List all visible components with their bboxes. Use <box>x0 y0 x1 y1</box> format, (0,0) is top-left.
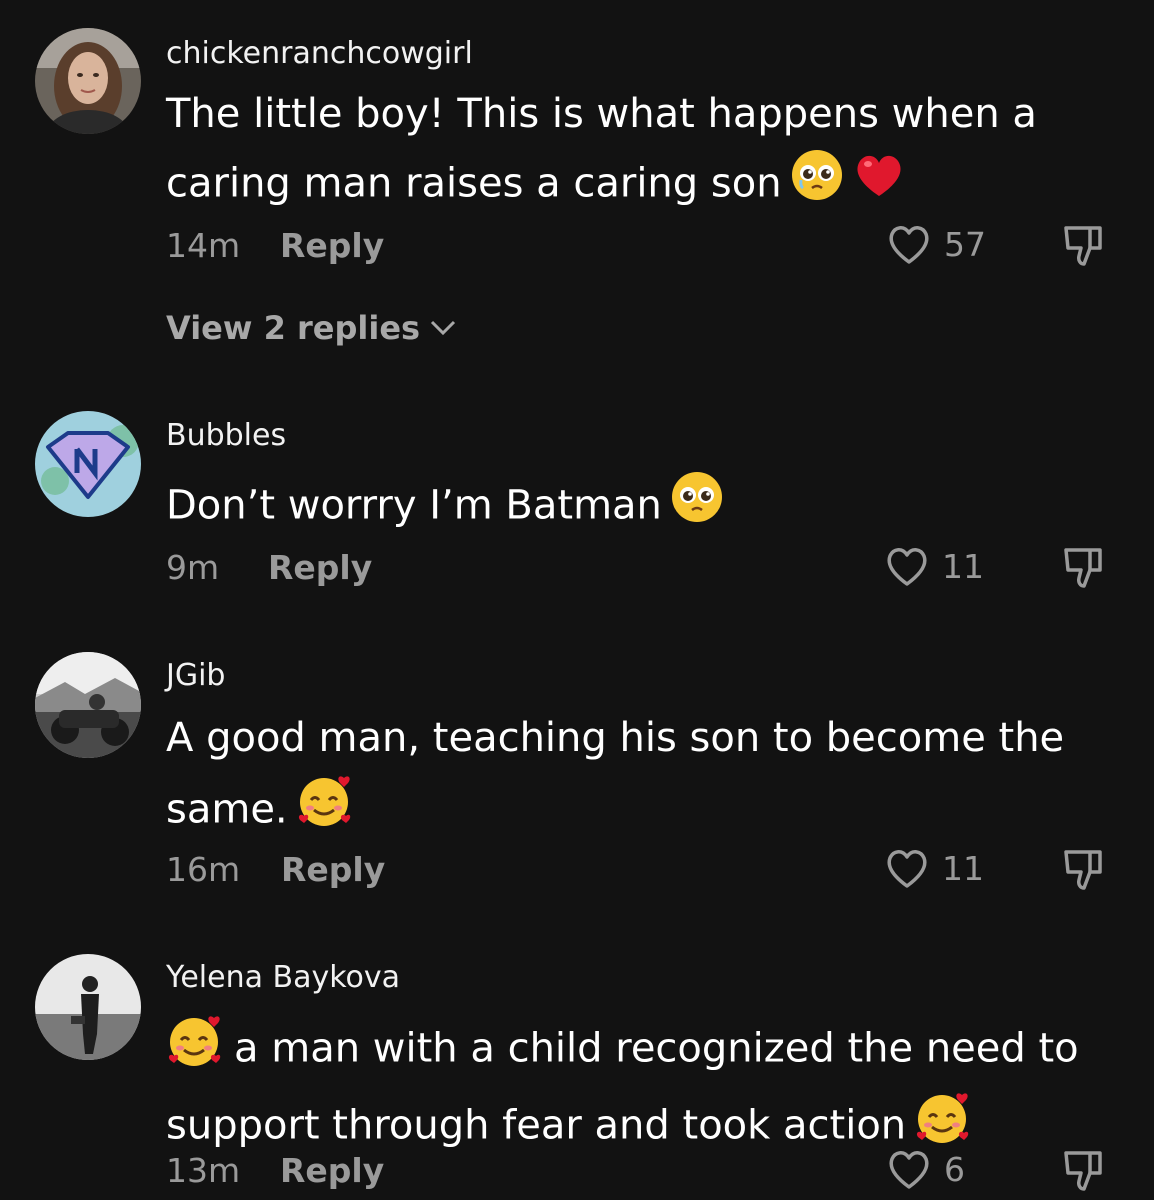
comment-text: A good man, teaching his son to become t… <box>166 704 1126 851</box>
like-count: 57 <box>944 224 986 264</box>
heart-outline-icon <box>889 226 929 264</box>
heart-outline-icon <box>889 1151 929 1189</box>
reply-button[interactable]: Reply <box>280 1151 384 1190</box>
reply-button[interactable]: Reply <box>281 850 385 889</box>
username[interactable]: JGib <box>166 658 225 693</box>
red-heart-emoji <box>852 148 906 223</box>
timestamp: 16m <box>166 850 241 889</box>
smiling-face-with-hearts-emoji <box>166 1012 224 1089</box>
dislike-button[interactable] <box>1060 222 1108 274</box>
dislike-button[interactable] <box>1060 544 1108 596</box>
comment-text: Don’t worrry I’m Batman <box>166 470 1126 545</box>
thumbs-down-icon <box>1064 1151 1102 1191</box>
avatar[interactable] <box>35 954 141 1060</box>
timestamp: 13m <box>166 1151 241 1190</box>
like-count: 6 <box>944 1149 965 1189</box>
timestamp: 14m <box>166 226 241 265</box>
dislike-button[interactable] <box>1060 846 1108 898</box>
username[interactable]: Yelena Baykova <box>166 960 400 995</box>
view-replies-button[interactable]: View 2 replies <box>166 309 458 347</box>
username[interactable]: Bubbles <box>166 418 286 453</box>
view-replies-label: View 2 replies <box>166 309 421 347</box>
avatar[interactable] <box>35 411 141 517</box>
thumbs-down-icon <box>1064 548 1102 588</box>
comment-text: a man with a child recognized the need t… <box>166 1012 1126 1166</box>
thumbs-down-icon <box>1064 226 1102 266</box>
pleading-face-emoji <box>790 148 844 223</box>
reply-button[interactable]: Reply <box>268 548 372 587</box>
comment-text-body: Don’t worrry I’m Batman <box>166 482 662 529</box>
like-count: 11 <box>942 848 984 888</box>
pleading-face-emoji <box>670 470 724 545</box>
chevron-down-icon <box>431 320 456 336</box>
heart-outline-icon <box>887 548 927 586</box>
thumbs-down-icon <box>1064 850 1102 890</box>
like-button[interactable]: 57 <box>886 222 986 266</box>
comment-text-body: The little boy! This is what happens whe… <box>166 91 1037 207</box>
dislike-button[interactable] <box>1060 1147 1108 1199</box>
like-count: 11 <box>942 546 984 586</box>
reply-button[interactable]: Reply <box>280 226 384 265</box>
like-button[interactable]: 11 <box>884 544 984 588</box>
heart-outline-icon <box>887 850 927 888</box>
like-button[interactable]: 6 <box>886 1147 965 1191</box>
timestamp: 9m <box>166 548 220 587</box>
avatar[interactable] <box>35 652 141 758</box>
username[interactable]: chickenranchcowgirl <box>166 36 473 71</box>
like-button[interactable]: 11 <box>884 846 984 890</box>
comment-text: The little boy! This is what happens whe… <box>166 80 1126 223</box>
smiling-face-with-hearts-emoji <box>296 772 354 851</box>
avatar[interactable] <box>35 28 141 134</box>
